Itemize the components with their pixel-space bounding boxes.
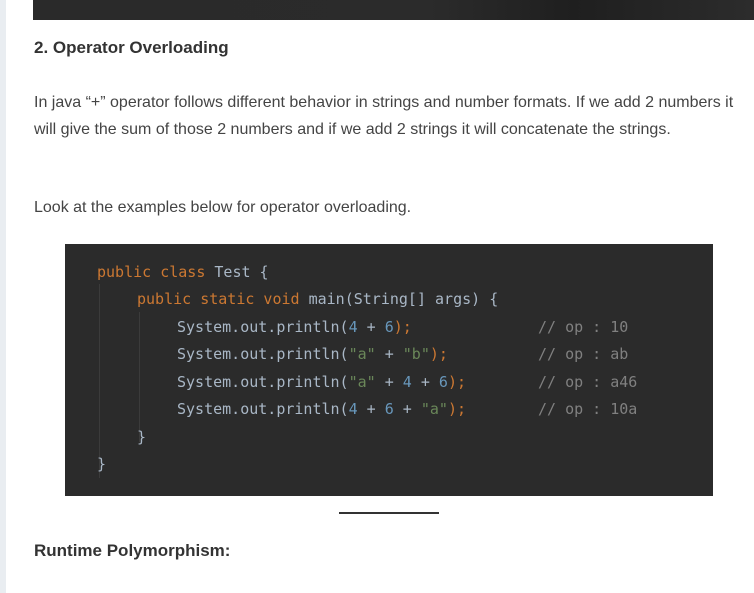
code-line-2: public static void main(String[] args) { [137,286,498,313]
code-line-4: System.out.println("a" + "b"); [177,341,448,368]
code-line-1: public class Test { [97,259,269,286]
code-line-7: } [137,428,147,446]
code-operator: + [393,400,421,418]
code-string: "a" [348,345,376,363]
code-keyword: public class [97,263,206,281]
code-text: Test { [205,263,269,281]
code-line-5: System.out.println("a" + 4 + 6); [177,369,466,396]
code-operator: + [357,318,385,336]
code-string: "b" [402,345,430,363]
intro-paragraph: In java “+” operator follows different b… [34,94,734,138]
code-operator: + [375,373,403,391]
code-block: public class Test { public static void m… [65,244,713,496]
code-number: 4 [348,400,358,418]
code-terminator: ); [447,400,466,418]
code-text: System.out.println( [177,400,349,418]
code-string: "a" [420,400,448,418]
code-line-8: } [97,455,107,473]
code-comment: // op : a46 [538,373,638,391]
code-number: 6 [438,373,448,391]
code-string: "a" [348,373,376,391]
code-text: System.out.println( [177,373,349,391]
code-terminator: ); [393,318,412,336]
code-terminator: ); [429,345,448,363]
indent-guide [139,312,140,442]
code-number: 4 [402,373,412,391]
code-text: System.out.println( [177,318,349,336]
examples-paragraph: Look at the examples below for operator … [34,199,412,216]
indent-guide [99,284,100,478]
code-comment: // op : 10a [538,400,638,418]
code-text: main(String[] args) { [299,290,499,308]
section-divider [339,512,439,514]
code-operator: + [411,373,439,391]
code-terminator: ); [447,373,466,391]
code-text: System.out.println( [177,345,349,363]
code-number: 4 [348,318,358,336]
code-line-3: System.out.println(4 + 6); [177,314,412,341]
code-operator: + [357,400,385,418]
next-section-heading: Runtime Polymorphism: [34,541,231,560]
code-keyword: public static void [137,290,300,308]
code-comment: // op : 10 [538,318,629,336]
left-border-rule [0,0,6,593]
code-comment: // op : ab [538,345,629,363]
section-heading: 2. Operator Overloading [34,38,229,57]
code-operator: + [375,345,403,363]
code-line-6: System.out.println(4 + 6 + "a"); [177,396,466,423]
code-number: 6 [384,400,394,418]
top-code-block-edge [33,0,754,20]
code-number: 6 [384,318,394,336]
